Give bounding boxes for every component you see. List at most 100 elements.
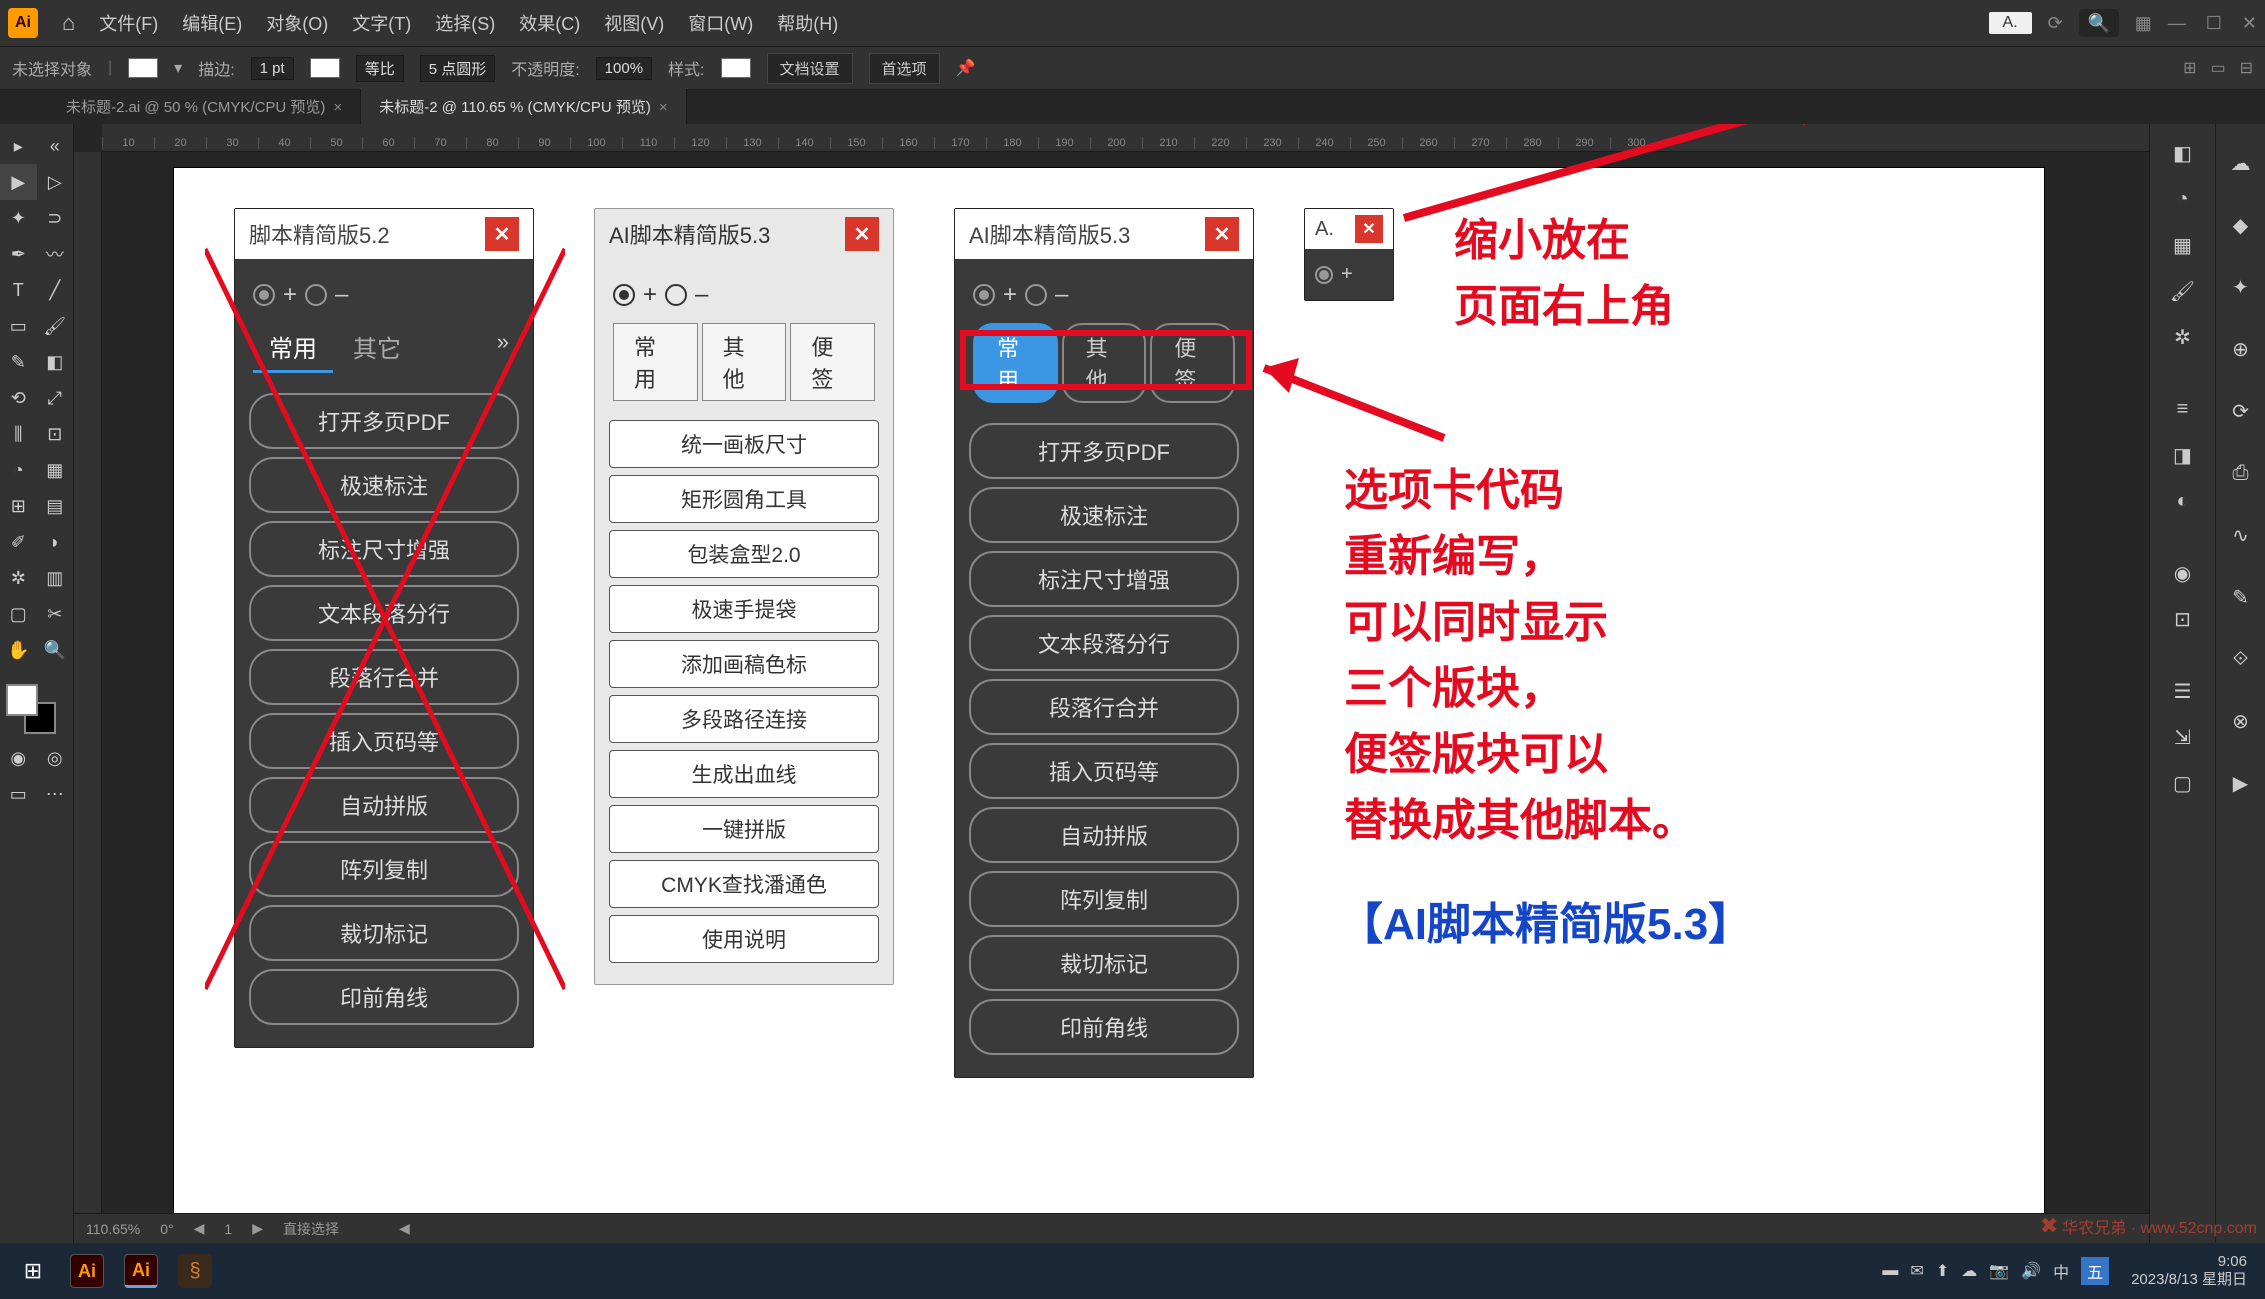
width-tool[interactable]: ⫼ <box>0 416 37 452</box>
canvas-area[interactable]: 1020304050607080901001101201301401501601… <box>74 124 2149 1243</box>
appearance-icon[interactable]: ◉ <box>2164 554 2202 592</box>
script-button[interactable]: 印前角线 <box>969 999 1239 1055</box>
radio-2[interactable] <box>1025 284 1047 306</box>
gradient-tool[interactable]: ▤ <box>37 488 74 524</box>
opacity-field[interactable]: 100% <box>596 57 652 80</box>
script-button[interactable]: 统一画板尺寸 <box>609 420 879 468</box>
window-minimize[interactable]: ― <box>2168 13 2186 34</box>
menu-object[interactable]: 对象(O) <box>266 10 328 36</box>
eyedropper-tool[interactable]: ✐ <box>0 524 37 560</box>
tray-icon[interactable]: 📷 <box>1989 1261 2009 1281</box>
asset-export-icon[interactable]: ⇲ <box>2164 718 2202 756</box>
fill-swatch[interactable] <box>128 58 158 78</box>
doc-tab-2[interactable]: 未标题-2 @ 110.65 % (CMYK/CPU 预览)× <box>361 89 686 124</box>
panel-icon-d[interactable]: ⟳ <box>2222 392 2260 430</box>
symbol-sprayer-tool[interactable]: ✲ <box>0 560 37 596</box>
rectangle-tool[interactable]: ▭ <box>0 308 37 344</box>
artboard-number[interactable]: 1 <box>224 1221 232 1237</box>
magic-wand-tool[interactable]: ✦ <box>0 200 37 236</box>
script-button[interactable]: 矩形圆角工具 <box>609 475 879 523</box>
tray-icon[interactable]: ▬ <box>1882 1262 1898 1280</box>
taskbar-app-other[interactable]: § <box>170 1249 220 1293</box>
panel-icon-g[interactable]: ✎ <box>2222 578 2260 616</box>
panel-icon-h[interactable]: ⟐ <box>2222 640 2260 678</box>
artboard-prev-icon[interactable]: ◀ <box>194 1220 205 1237</box>
script-button[interactable]: 多段路径连接 <box>609 695 879 743</box>
tab-common[interactable]: 常用 <box>613 323 698 401</box>
window-maximize[interactable]: ☐ <box>2206 13 2222 34</box>
home-icon[interactable]: ⌂ <box>62 10 75 36</box>
script-button[interactable]: 段落行合并 <box>969 679 1239 735</box>
tray-icon[interactable]: ✉ <box>1910 1261 1923 1281</box>
slice-tool[interactable]: ✂ <box>37 596 74 632</box>
preferences-button[interactable]: 首选项 <box>869 53 940 84</box>
menu-type[interactable]: 文字(T) <box>352 10 411 36</box>
panel-icon-a[interactable]: ◆ <box>2222 206 2260 244</box>
tab-other[interactable]: 其他 <box>702 323 787 401</box>
artboard-next-icon[interactable]: ▶ <box>252 1220 263 1237</box>
radio-2[interactable] <box>665 284 687 306</box>
rotate-tool[interactable]: ⟲ <box>0 380 37 416</box>
fill-mode-icon[interactable]: ◉ <box>0 740 37 776</box>
type-tool[interactable]: T <box>0 272 37 308</box>
script-button[interactable]: 阵列复制 <box>969 871 1239 927</box>
panel-icon-c[interactable]: ⊕ <box>2222 330 2260 368</box>
mesh-tool[interactable]: ⊞ <box>0 488 37 524</box>
screen-mode-icon[interactable]: ▭ <box>0 776 37 812</box>
rotate-value[interactable]: 0° <box>160 1221 173 1237</box>
hand-tool[interactable]: ✋ <box>0 632 37 668</box>
paintbrush-tool[interactable]: 🖌 <box>37 308 74 344</box>
menu-effect[interactable]: 效果(C) <box>519 10 580 36</box>
script-button[interactable]: 添加画稿色标 <box>609 640 879 688</box>
style-swatch[interactable] <box>721 58 751 78</box>
script-button[interactable]: 极速标注 <box>969 487 1239 543</box>
radio-1[interactable] <box>1315 266 1333 284</box>
script-button[interactable]: 打开多页PDF <box>969 423 1239 479</box>
line-tool[interactable]: ╱ <box>37 272 74 308</box>
doc-setup-button[interactable]: 文档设置 <box>767 53 853 84</box>
selection-tool[interactable]: ▶ <box>0 164 37 200</box>
close-button[interactable]: ✕ <box>845 217 879 251</box>
panel-icon-i[interactable]: ⊗ <box>2222 702 2260 740</box>
menu-edit[interactable]: 编辑(E) <box>182 10 242 36</box>
lasso-tool[interactable]: ⊃ <box>37 200 74 236</box>
uniform-field[interactable]: 等比 <box>356 55 404 82</box>
scale-tool[interactable]: ⤢ <box>37 380 74 416</box>
menu-help[interactable]: 帮助(H) <box>777 10 838 36</box>
docked-mini-panel[interactable]: A. <box>1989 12 2032 34</box>
direct-selection-tool[interactable]: ▷ <box>37 164 74 200</box>
script-button[interactable]: 裁切标记 <box>969 935 1239 991</box>
brushes-icon[interactable]: 🖌 <box>2164 272 2202 310</box>
script-button[interactable]: 生成出血线 <box>609 750 879 798</box>
script-button[interactable]: CMYK查找潘通色 <box>609 860 879 908</box>
menu-file[interactable]: 文件(F) <box>99 10 158 36</box>
script-button[interactable]: 极速手提袋 <box>609 585 879 633</box>
libraries-icon[interactable]: ☁ <box>2222 144 2260 182</box>
zoom-tool[interactable]: 🔍 <box>37 632 74 668</box>
script-button[interactable]: 标注尺寸增强 <box>969 551 1239 607</box>
script-button[interactable]: 文本段落分行 <box>969 615 1239 671</box>
artboard-tool[interactable]: ▢ <box>0 596 37 632</box>
taskbar-clock[interactable]: 9:06 2023/8/13 星期日 <box>2121 1253 2257 1289</box>
script-button[interactable]: 使用说明 <box>609 915 879 963</box>
panel-icon-b[interactable]: ✦ <box>2222 268 2260 306</box>
menu-select[interactable]: 选择(S) <box>435 10 495 36</box>
layers-icon[interactable]: ☰ <box>2164 672 2202 710</box>
color-icon[interactable]: ◔ <box>2164 180 2202 218</box>
panel-icon-j[interactable]: ▶ <box>2222 764 2260 802</box>
close-button[interactable]: ✕ <box>1205 217 1239 251</box>
gradient-icon[interactable]: ◨ <box>2164 436 2202 474</box>
radio-1[interactable] <box>613 284 635 306</box>
radio-1[interactable] <box>973 284 995 306</box>
curvature-tool[interactable]: 〰 <box>37 236 74 272</box>
script-button[interactable]: 插入页码等 <box>969 743 1239 799</box>
opt-icon-2[interactable]: ▭ <box>2210 58 2225 78</box>
swatches-icon[interactable]: ▦ <box>2164 226 2202 264</box>
transparency-icon[interactable]: ◐ <box>2164 482 2202 520</box>
collapse-icon[interactable]: « <box>37 128 74 164</box>
tray-ime-icon-2[interactable]: 五 <box>2081 1257 2109 1285</box>
close-button[interactable]: ✕ <box>1355 215 1383 243</box>
script-button[interactable]: 自动拼版 <box>969 807 1239 863</box>
graph-tool[interactable]: ▥ <box>37 560 74 596</box>
artboards-icon[interactable]: ▢ <box>2164 764 2202 802</box>
